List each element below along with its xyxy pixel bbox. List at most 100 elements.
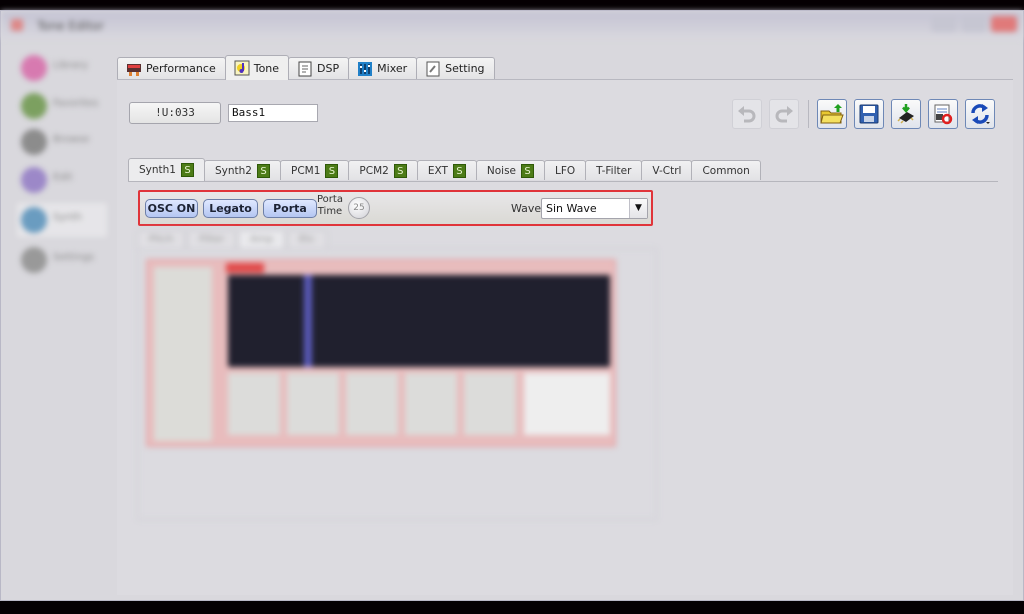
wave-select-value: Sin Wave	[546, 202, 597, 215]
porta-button[interactable]: Porta	[263, 199, 317, 218]
undo-button[interactable]	[732, 99, 762, 129]
tab-pcm2[interactable]: PCM2 S	[348, 160, 418, 180]
sidebar-item-settings[interactable]: Settings	[17, 243, 107, 277]
envelope-knob[interactable]	[287, 373, 339, 435]
tab-label: PCM2	[359, 164, 389, 177]
tab-lfo[interactable]: LFO	[544, 160, 587, 180]
osc-on-button[interactable]: OSC ON	[145, 199, 198, 218]
tab-pitch[interactable]: Pitch	[137, 230, 186, 248]
status-badge: S	[325, 163, 339, 178]
sidebar-item-label: Browse	[53, 134, 90, 145]
tab-label: EXT	[427, 164, 448, 177]
tab-t-filter[interactable]: T-Filter	[585, 160, 643, 180]
envelope-knob[interactable]	[228, 373, 280, 435]
tab-label: V-Ctrl	[652, 164, 682, 177]
sidebar-item-favorites[interactable]: Favorites	[17, 89, 107, 123]
sync-icon	[971, 104, 990, 124]
mixer-icon	[358, 61, 373, 76]
sidebar-item-synth[interactable]: Synth	[17, 203, 107, 237]
tab-synth2[interactable]: Synth2 S	[204, 160, 281, 180]
tab-ext[interactable]: EXT S	[416, 160, 477, 180]
tab-synth1[interactable]: Synth1 S	[128, 158, 205, 181]
dsp-icon	[298, 61, 312, 76]
tab-pcm1[interactable]: PCM1 S	[280, 160, 350, 180]
status-badge: S	[181, 163, 194, 177]
sidebar: Library Favorites Browse Edit Synth Sett…	[7, 43, 107, 593]
envelope-knob[interactable]	[464, 373, 516, 435]
sidebar-item-library[interactable]: Library	[17, 51, 107, 85]
tab-etc[interactable]: Etc	[287, 230, 327, 248]
tab-performance[interactable]: Performance	[117, 57, 226, 79]
undo-icon	[738, 106, 756, 123]
write-to-device-icon	[897, 104, 914, 124]
envelope-section: Pitch Filter Amp Etc	[137, 230, 657, 520]
redo-button[interactable]	[769, 99, 799, 129]
tab-mixer[interactable]: Mixer	[348, 57, 418, 79]
load-from-device-button[interactable]	[928, 99, 958, 129]
app-window: Tone Editor Library Favorites Browse Edi…	[0, 10, 1024, 601]
wave-select[interactable]: Sin Wave ▼	[541, 198, 648, 219]
status-badge: S	[521, 163, 535, 178]
browse-icon	[21, 129, 47, 155]
library-icon	[21, 55, 47, 81]
envelope-indicator	[226, 263, 264, 273]
save-button[interactable]	[854, 99, 884, 129]
open-button[interactable]	[817, 99, 847, 129]
chevron-down-icon[interactable]: ▼	[629, 199, 647, 218]
tab-label: Common	[702, 164, 750, 177]
main-tabs: Performance Tone DSP Mixer Setting	[117, 55, 495, 80]
settings-icon	[21, 247, 47, 273]
patch-name-field[interactable]: Bass1	[228, 104, 318, 122]
tab-noise[interactable]: Noise S	[475, 160, 546, 180]
tab-label: Performance	[146, 62, 216, 75]
legato-button[interactable]: Legato	[203, 199, 258, 218]
write-to-device-button[interactable]	[891, 99, 921, 129]
tab-label: PCM1	[291, 164, 321, 177]
tab-dsp[interactable]: DSP	[288, 57, 350, 79]
load-from-device-icon	[934, 104, 953, 125]
porta-time-label-line1: Porta	[317, 194, 343, 205]
save-icon	[859, 104, 879, 124]
envelope-knob[interactable]	[346, 373, 398, 435]
envelope-curve[interactable]	[304, 275, 312, 367]
tab-label: Setting	[445, 62, 485, 75]
envelope-display[interactable]	[228, 275, 610, 367]
tab-label: DSP	[317, 62, 340, 75]
oscillator-tabs: Synth1 S Synth2 S PCM1 S PCM2 S EXT S No…	[128, 158, 761, 181]
tab-v-ctrl[interactable]: V-Ctrl	[641, 160, 693, 180]
tab-amp[interactable]: Amp	[238, 230, 286, 248]
maximize-button[interactable]	[961, 16, 987, 32]
patch-number-button[interactable]: !U:033	[129, 102, 221, 124]
porta-time-label: Porta Time	[317, 194, 343, 218]
close-button[interactable]	[991, 16, 1017, 32]
minimize-button[interactable]	[931, 16, 957, 32]
wave-label: Wave	[511, 202, 542, 215]
envelope-options[interactable]	[524, 373, 610, 435]
sidebar-item-label: Synth	[53, 212, 82, 223]
porta-time-knob[interactable]: 25	[348, 197, 370, 219]
edit-icon	[21, 167, 47, 193]
tab-common[interactable]: Common	[691, 160, 761, 180]
synth-icon	[21, 207, 47, 233]
tab-filter[interactable]: Filter	[187, 230, 237, 248]
favorites-icon	[21, 93, 47, 119]
sidebar-item-label: Edit	[53, 172, 73, 183]
toolbar-separator	[808, 100, 809, 128]
window-title: Tone Editor	[37, 19, 104, 33]
tab-label: T-Filter	[596, 164, 632, 177]
tab-label: LFO	[555, 164, 576, 177]
tab-setting[interactable]: Setting	[416, 57, 495, 79]
status-badge: S	[452, 163, 466, 178]
envelope-panel	[137, 248, 657, 520]
sidebar-item-browse[interactable]: Browse	[17, 125, 107, 159]
envelope-tabs: Pitch Filter Amp Etc	[137, 230, 329, 248]
sync-button[interactable]	[965, 99, 995, 129]
toolbar	[732, 98, 1002, 130]
sidebar-item-label: Library	[53, 60, 88, 71]
tone-icon	[234, 60, 250, 76]
envelope-knob[interactable]	[405, 373, 457, 435]
tab-label: Noise	[486, 164, 517, 177]
tab-tone[interactable]: Tone	[224, 55, 290, 80]
envelope-parameter-list[interactable]	[154, 267, 212, 441]
sidebar-item-edit[interactable]: Edit	[17, 163, 107, 197]
